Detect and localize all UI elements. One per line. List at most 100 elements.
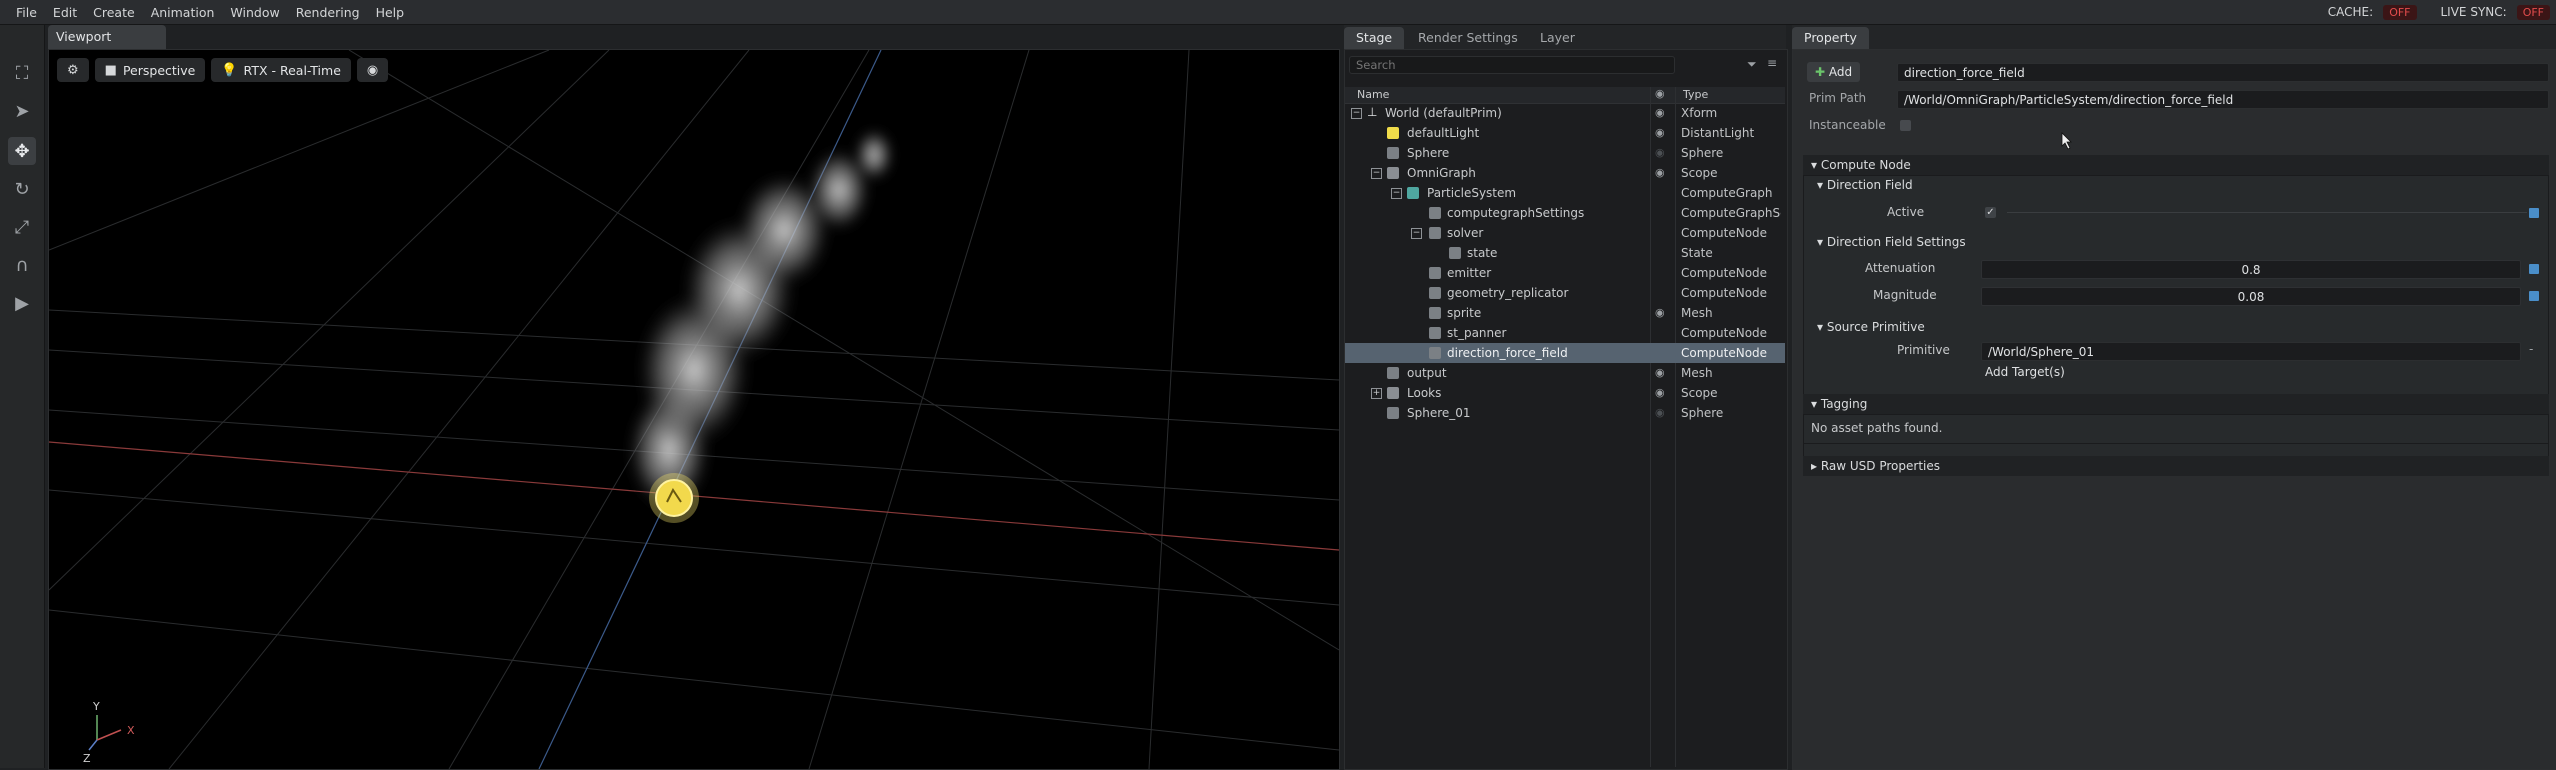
primitive-label: Primitive — [1897, 343, 1950, 357]
menu-window[interactable]: Window — [222, 5, 287, 20]
filter-icon[interactable]: ⏷ — [1747, 57, 1757, 72]
cache-toggle[interactable]: OFF — [2383, 4, 2417, 20]
graph-icon — [1407, 187, 1419, 199]
play-icon[interactable]: ▶ — [8, 289, 36, 317]
eye-icon[interactable]: ◉ — [1655, 163, 1665, 183]
tree-row[interactable]: state State — [1345, 243, 1785, 263]
attenuation-keyframe-icon[interactable] — [2529, 264, 2539, 274]
active-keyframe-icon[interactable] — [2529, 208, 2539, 218]
menu-file[interactable]: File — [8, 5, 45, 20]
scale-icon[interactable]: ⤢ — [8, 213, 36, 241]
tree-row[interactable]: st_panner ComputeNode — [1345, 323, 1785, 343]
tree-row[interactable]: defaultLight ◉ DistantLight — [1345, 123, 1785, 143]
renderer-label: RTX - Real-Time — [243, 62, 341, 78]
eye-icon[interactable]: ◉ — [1655, 123, 1665, 143]
tree-row[interactable]: + Looks ◉ Scope — [1345, 383, 1785, 403]
tab-viewport[interactable]: Viewport — [48, 25, 166, 49]
renderer-button[interactable]: 💡 RTX - Real-Time — [211, 58, 351, 82]
instanceable-checkbox[interactable] — [1900, 120, 1911, 131]
tree-row[interactable]: − ParticleSystem ComputeGraph — [1345, 183, 1785, 203]
menu-edit[interactable]: Edit — [45, 5, 85, 20]
add-targets-button[interactable]: Add Target(s) — [1985, 365, 2065, 379]
light-gizmo-icon[interactable] — [649, 473, 699, 523]
property-tab-bar: Property — [1792, 25, 2556, 49]
tree-row-selected[interactable]: direction_force_field ComputeNode — [1345, 343, 1785, 363]
menu-help[interactable]: Help — [368, 5, 413, 20]
prim-path-field[interactable]: /World/OmniGraph/ParticleSystem/directio… — [1897, 90, 2549, 109]
prim-name-field[interactable]: direction_force_field — [1897, 63, 2549, 82]
menu-animation[interactable]: Animation — [143, 5, 223, 20]
rotate-icon[interactable]: ↻ — [8, 175, 36, 203]
section-tagging[interactable]: ▾ Tagging — [1803, 394, 2549, 414]
tree-row[interactable]: − ⊥ World (defaultPrim) ◉ Xform — [1345, 103, 1785, 123]
visibility-button[interactable]: ◉ — [356, 58, 389, 82]
tool-bar: ⛶ ➤ ✥ ↻ ⤢ ∩ ▶ — [0, 25, 45, 768]
light-icon — [1387, 127, 1399, 139]
viewport[interactable]: Y X Z ⚙ ■ Perspective 💡 RTX - Real-Time ◉ — [48, 49, 1340, 770]
cube-icon — [1429, 307, 1441, 319]
folder-icon — [1387, 387, 1399, 399]
cube-icon — [1429, 287, 1441, 299]
active-slider-track — [2007, 212, 2527, 213]
remove-target-icon[interactable]: - — [2529, 342, 2533, 356]
tree-row[interactable]: − solver ComputeNode — [1345, 223, 1785, 243]
menu-rendering[interactable]: Rendering — [288, 5, 368, 20]
eye-icon[interactable]: ◉ — [1655, 363, 1665, 383]
tree-row[interactable]: Sphere ◉ Sphere — [1345, 143, 1785, 163]
collapse-icon[interactable]: − — [1371, 168, 1382, 179]
snap-icon[interactable]: ∩ — [8, 251, 36, 279]
section-raw-usd-properties[interactable]: ▸ Raw USD Properties — [1803, 456, 2549, 476]
magnitude-keyframe-icon[interactable] — [2529, 291, 2539, 301]
stage-tab-bar: Stage Render Settings Layer — [1344, 25, 1786, 49]
subsection-direction-field-settings[interactable]: ▾ Direction Field Settings — [1811, 233, 2549, 251]
live-sync-toggle[interactable]: OFF — [2516, 4, 2550, 20]
menu-icon[interactable]: ≡ — [1767, 56, 1777, 70]
tree-row[interactable]: geometry_replicator ComputeNode — [1345, 283, 1785, 303]
collapse-icon[interactable]: − — [1391, 188, 1402, 199]
tab-render-settings[interactable]: Render Settings — [1406, 27, 1530, 49]
cube-icon — [1429, 227, 1441, 239]
eye-icon[interactable]: ◉ — [1655, 383, 1665, 403]
tree-row[interactable]: Sphere_01 ◉ Sphere — [1345, 403, 1785, 423]
viewport-toolbar: ⚙ ■ Perspective 💡 RTX - Real-Time ◉ — [57, 58, 389, 84]
tree-row[interactable]: − OmniGraph ◉ Scope — [1345, 163, 1785, 183]
plus-icon: ✚ — [1815, 65, 1829, 79]
tree-row[interactable]: emitter ComputeNode — [1345, 263, 1785, 283]
tree-row[interactable]: output ◉ Mesh — [1345, 363, 1785, 383]
attenuation-field[interactable]: 0.8 — [1981, 260, 2521, 279]
mouse-cursor-icon — [2061, 132, 2072, 150]
cube-icon — [1429, 347, 1441, 359]
tab-stage[interactable]: Stage — [1344, 27, 1405, 49]
collapse-icon[interactable]: − — [1411, 228, 1422, 239]
eye-icon[interactable]: ◉ — [1655, 103, 1665, 123]
tree-row[interactable]: computegraphSettings ComputeGraphSe — [1345, 203, 1785, 223]
active-checkbox[interactable]: ✓ — [1985, 207, 1996, 218]
menu-create[interactable]: Create — [85, 5, 143, 20]
tab-layer[interactable]: Layer — [1528, 27, 1587, 49]
camera-button[interactable]: ■ Perspective — [94, 58, 206, 82]
eye-off-icon[interactable]: ◉ — [1655, 143, 1665, 163]
collapse-icon[interactable]: − — [1351, 108, 1362, 119]
attenuation-label: Attenuation — [1865, 261, 1936, 275]
eye-off-icon[interactable]: ◉ — [1655, 403, 1665, 423]
primitive-field[interactable]: /World/Sphere_01 — [1981, 342, 2521, 361]
smoke-particles — [629, 130, 892, 510]
subsection-source-primitive[interactable]: ▾ Source Primitive — [1811, 318, 2549, 336]
expand-icon[interactable]: + — [1371, 388, 1382, 399]
cube-icon — [1449, 247, 1461, 259]
add-button[interactable]: ✚ Add — [1807, 62, 1861, 82]
camera-icon: ■ — [104, 62, 117, 78]
tree-row[interactable]: sprite ◉ Mesh — [1345, 303, 1785, 323]
cube-icon — [1429, 327, 1441, 339]
viewport-settings-button[interactable]: ⚙ — [57, 58, 89, 82]
select-icon[interactable]: ➤ — [8, 97, 36, 125]
frame-icon[interactable]: ⛶ — [8, 59, 36, 87]
section-compute-node[interactable]: ▾ Compute Node — [1803, 155, 2549, 175]
tab-property[interactable]: Property — [1792, 27, 1869, 49]
magnitude-field[interactable]: 0.08 — [1981, 287, 2521, 306]
eye-icon[interactable]: ◉ — [1655, 303, 1665, 323]
stage-search-input[interactable] — [1349, 56, 1675, 74]
property-panel: ✚ Add direction_force_field Prim Path /W… — [1792, 49, 2556, 770]
subsection-direction-field[interactable]: ▾ Direction Field — [1811, 176, 2549, 194]
move-icon[interactable]: ✥ — [8, 137, 36, 165]
